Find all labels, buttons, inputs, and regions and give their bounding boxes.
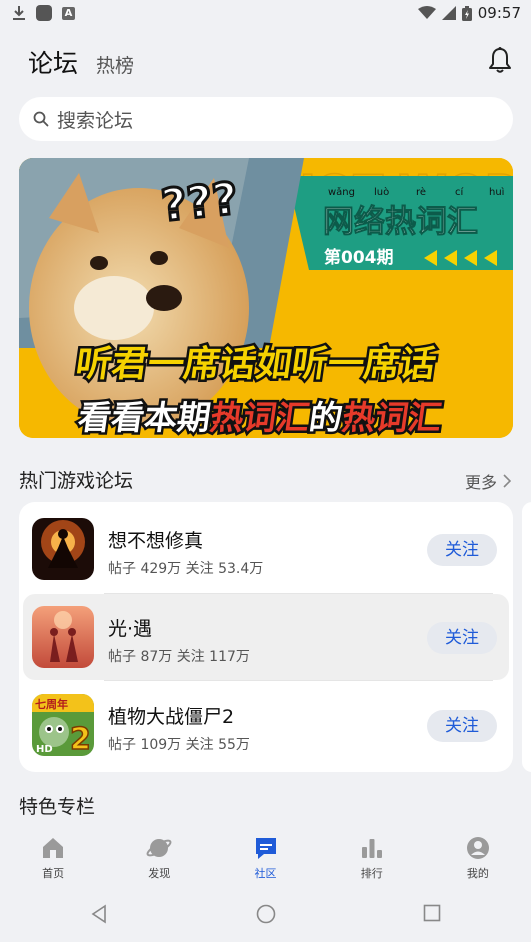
hot-forums-title: 热门游戏论坛 [19, 470, 134, 492]
chat-icon [255, 838, 276, 859]
banner-pinyin: huì [489, 186, 505, 198]
search-bar[interactable]: 搜索论坛 [19, 97, 513, 141]
banner-title: 网络热词汇 [323, 204, 478, 240]
forum-icon-xiuzhen [32, 518, 94, 580]
recents-icon[interactable] [423, 904, 441, 922]
pvz-badge: 七周年 [35, 697, 68, 711]
tab-label: 发现 [148, 867, 171, 880]
bell-icon[interactable] [487, 46, 513, 74]
forum-stats: 帖子 87万 关注 117万 [108, 649, 250, 665]
clock: 09:57 [477, 4, 521, 22]
hot-forums-list: 想不想修真 帖子 429万 关注 53.4万 关注 光·遇 帖子 87万 关注 … [19, 502, 513, 772]
tab-profile[interactable]: 我的 [425, 826, 531, 888]
tab-hot-list[interactable]: 热榜 [96, 51, 134, 78]
forum-stats: 帖子 109万 关注 55万 [108, 737, 250, 753]
forum-icon-sky [32, 606, 94, 668]
app-notification-icon [36, 5, 52, 21]
home-button-icon[interactable] [256, 904, 276, 924]
svg-text:2: 2 [70, 722, 91, 756]
planet-icon [146, 839, 172, 857]
featured-title: 特色专栏 [19, 796, 96, 818]
search-placeholder: 搜索论坛 [57, 109, 134, 132]
download-icon [13, 6, 25, 20]
profile-icon [466, 837, 489, 859]
banner-issue: 第004期 [324, 247, 394, 268]
forum-item-xiuzhen[interactable]: 想不想修真 帖子 429万 关注 53.4万 关注 [23, 506, 509, 592]
tab-label: 排行 [360, 867, 383, 880]
wifi-icon [417, 6, 436, 19]
tab-label: 我的 [466, 867, 489, 880]
tab-forum[interactable]: 论坛 [28, 44, 78, 80]
forum-item-sky[interactable]: 光·遇 帖子 87万 关注 117万 关注 [23, 594, 509, 680]
tab-discover[interactable]: 发现 [106, 826, 212, 888]
more-label: 更多 [464, 473, 497, 492]
forum-name: 植物大战僵尸2 [108, 706, 235, 728]
forum-icon-pvz2: 七周年 2 HD [32, 694, 94, 756]
ranking-icon [361, 839, 382, 858]
banner-line2: 看看本期热词汇的热词汇 [76, 398, 444, 437]
keyboard-notification-icon: A [62, 6, 75, 20]
home-icon [43, 838, 64, 858]
follow-button[interactable]: 关注 [427, 710, 497, 742]
tab-label: 首页 [42, 867, 65, 880]
banner-pinyin: rè [416, 186, 426, 198]
signal-icon [441, 6, 456, 20]
tab-community[interactable]: 社区 [212, 826, 318, 888]
divider [104, 680, 493, 681]
battery-icon [461, 5, 472, 21]
status-bar: A 09:57 [0, 0, 531, 28]
bottom-tab-bar: 首页 发现 社区 排行 我的 [0, 826, 531, 888]
banner-line1: 听君一席话如听一席话 [73, 342, 439, 385]
tab-ranking[interactable]: 排行 [319, 826, 425, 888]
banner-artwork: HOT WORDS COLLECTIONS ??? wǎng luò rè cí… [19, 158, 513, 438]
next-card-peek[interactable] [522, 502, 531, 772]
banner-question-marks: ??? [159, 173, 240, 232]
page-header: 论坛 热榜 [28, 44, 134, 80]
tab-label: 社区 [254, 867, 277, 880]
search-icon [33, 111, 49, 127]
svg-text:HD: HD [36, 744, 53, 755]
chevron-right-icon [503, 474, 511, 488]
more-link[interactable]: 更多 [465, 469, 511, 493]
banner-pinyin: cí [455, 186, 464, 198]
follow-button[interactable]: 关注 [427, 622, 497, 654]
back-icon[interactable] [90, 904, 108, 924]
banner-pinyin: luò [374, 186, 389, 198]
forum-name: 光·遇 [108, 618, 153, 640]
forum-name: 想不想修真 [108, 530, 204, 552]
forum-stats: 帖子 429万 关注 53.4万 [108, 561, 264, 577]
promo-banner[interactable]: HOT WORDS COLLECTIONS ??? wǎng luò rè cí… [19, 158, 513, 438]
tab-home[interactable]: 首页 [0, 826, 106, 888]
system-nav-bar [0, 888, 531, 942]
follow-button[interactable]: 关注 [427, 534, 497, 566]
forum-item-pvz2[interactable]: 七周年 2 HD 植物大战僵尸2 帖子 109万 关注 55万 关注 [23, 682, 509, 768]
banner-pinyin: wǎng [328, 186, 355, 198]
